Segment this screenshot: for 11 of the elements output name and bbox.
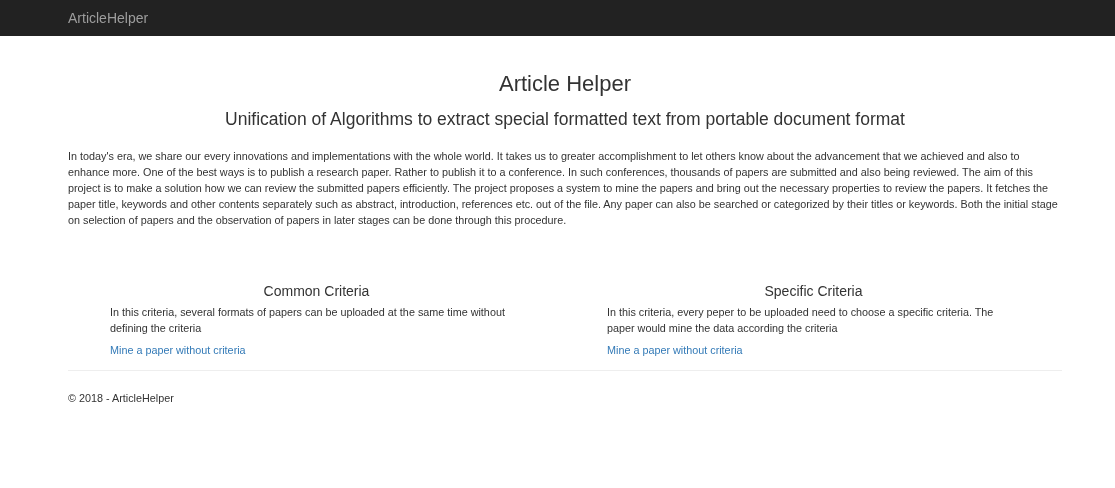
page-subtitle: Unification of Algorithms to extract special formatted text from portable document format	[224, 108, 906, 130]
description-paragraph: In today's era, we share our every innovations and implementations with the whole world. It takes us to greater accomplishment to let others know about the advancement that we achieved and also to enhance more. One of the best ways is to publish a research paper. Rather to publish it to a conference. In such conferences, thousands of papers are submitted and also being reviewed. The aim of this project is to make a solution how we can review the submitted papers efficiently. The project proposes a system to mine the papers and bring out the necessary properties to review the papers. It fetches the paper title, keywords and other contents separately such as abstract, introduction, references etc. out of the file. Any paper can also be searched or categorized by their titles or keywords. Both the initial stage on selection of papers and the observation of papers in later stages can be done through this procedure.	[68, 149, 1059, 228]
criteria-description: In this criteria, several formats of papers can be uploaded at the same time without defining the criteria	[110, 305, 506, 336]
criteria-description: In this criteria, every peper to be uploaded need to choose a specific criteria. The paper would mine the data according the criteria	[607, 305, 995, 336]
criteria-link[interactable]: Mine a paper without criteria	[607, 342, 743, 358]
criteria-link[interactable]: Mine a paper without criteria	[110, 342, 246, 358]
footer-text: © 2018 - ArticleHelper	[68, 391, 175, 406]
brand-link[interactable]: ArticleHelper	[68, 7, 149, 29]
criteria-heading: Specific Criteria	[763, 282, 864, 300]
page-title: Article Helper	[497, 70, 632, 98]
criteria-heading: Common Criteria	[262, 282, 371, 300]
